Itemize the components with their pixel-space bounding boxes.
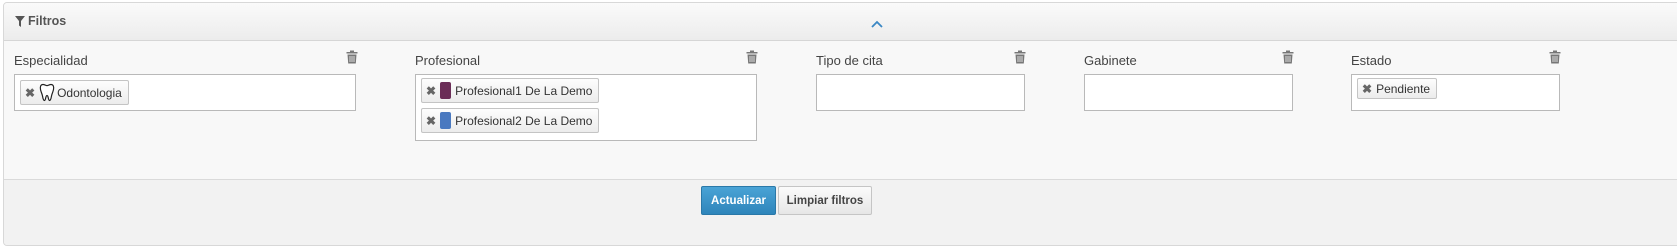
color-swatch: [440, 112, 452, 129]
remove-odontologia-icon[interactable]: ✖: [25, 87, 35, 99]
estado-select[interactable]: ✖ Pendiente: [1351, 74, 1560, 111]
remove-pendiente-icon[interactable]: ✖: [1362, 83, 1372, 95]
clear-gabinete-trash-icon[interactable]: [1282, 50, 1294, 64]
filter-actions: Actualizar Limpiar filtros: [4, 180, 1677, 245]
filters-panel: Filtros Especialidad ✖ Odontologia Profe…: [3, 2, 1677, 246]
panel-title: Filtros: [15, 14, 66, 28]
remove-profesional2-icon[interactable]: ✖: [426, 115, 436, 127]
tooth-icon: [39, 83, 55, 102]
tipo-cita-select[interactable]: [816, 74, 1025, 111]
tag-label: Pendiente: [1376, 81, 1431, 96]
collapse-toggle[interactable]: [870, 17, 884, 28]
limpiar-filtros-button[interactable]: Limpiar filtros: [778, 186, 872, 215]
especialidad-select[interactable]: ✖ Odontologia: [14, 74, 356, 111]
clear-estado-trash-icon[interactable]: [1549, 50, 1561, 64]
actualizar-button[interactable]: Actualizar: [701, 186, 776, 215]
filter-label-especialidad: Especialidad: [14, 53, 88, 68]
profesional-select[interactable]: ✖ Profesional1 De La Demo ✖ Profesional2…: [415, 74, 757, 141]
color-swatch: [440, 82, 452, 99]
filter-label-gabinete: Gabinete: [1084, 53, 1137, 68]
tag-odontologia: ✖ Odontologia: [20, 80, 129, 105]
tag-label: Profesional1 De La Demo: [455, 83, 593, 98]
filter-icon: [15, 15, 25, 27]
clear-profesional-trash-icon[interactable]: [746, 50, 758, 64]
filter-label-profesional: Profesional: [415, 53, 481, 68]
filter-label-tipo-cita: Tipo de cita: [816, 53, 883, 68]
panel-title-text: Filtros: [28, 14, 67, 28]
tag-profesional2: ✖ Profesional2 De La Demo: [421, 108, 600, 133]
filters-panel-header[interactable]: Filtros: [4, 3, 1677, 41]
chevron-up-icon: [871, 20, 883, 28]
remove-profesional1-icon[interactable]: ✖: [426, 85, 436, 97]
tag-label: Odontologia: [57, 85, 122, 100]
tag-profesional1: ✖ Profesional1 De La Demo: [421, 78, 600, 103]
clear-especialidad-trash-icon[interactable]: [346, 50, 358, 64]
tag-pendiente: ✖ Pendiente: [1357, 78, 1438, 99]
filters-body: Especialidad ✖ Odontologia Profesional ✖…: [4, 41, 1677, 180]
clear-tipo-cita-trash-icon[interactable]: [1014, 50, 1026, 64]
tag-label: Profesional2 De La Demo: [455, 113, 593, 128]
filter-label-estado: Estado: [1351, 53, 1392, 68]
gabinete-select[interactable]: [1084, 74, 1293, 111]
